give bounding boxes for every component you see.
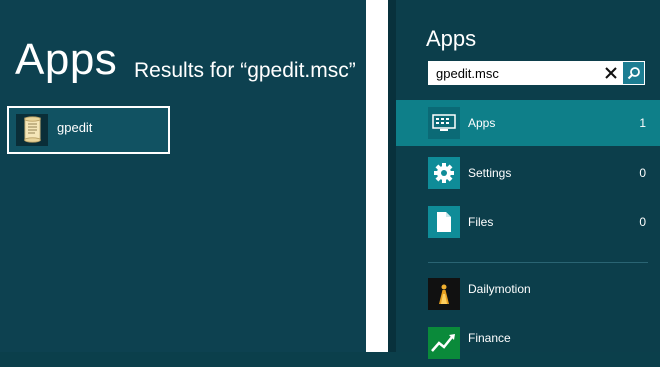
finance-chart-icon <box>428 327 460 359</box>
category-count: 1 <box>639 116 646 130</box>
scroll-document-icon <box>16 114 48 146</box>
category-settings[interactable]: Settings 0 <box>396 150 660 196</box>
search-box <box>428 61 645 85</box>
app-item-dailymotion[interactable]: Dailymotion <box>396 278 660 318</box>
result-label: gpedit <box>57 120 93 135</box>
search-input[interactable] <box>428 61 593 85</box>
pane-separator <box>366 0 388 352</box>
apps-keyboard-icon <box>428 107 460 139</box>
search-scope-title: Apps <box>426 26 477 51</box>
clear-search-button[interactable] <box>599 61 623 85</box>
category-label: Files <box>468 215 494 229</box>
app-label: Dailymotion <box>468 282 531 296</box>
app-label: Finance <box>468 331 511 345</box>
charm-edge <box>388 0 396 352</box>
close-icon <box>605 67 617 79</box>
category-files[interactable]: Files 0 <box>396 199 660 245</box>
search-charm-pane: Apps gpedit.msc Apps 1 Settings 0 Files … <box>396 0 660 359</box>
category-apps[interactable]: Apps 1 <box>396 100 660 146</box>
category-count: 0 <box>639 215 646 229</box>
app-item-finance[interactable]: Finance <box>396 327 660 367</box>
results-query-label: Results for “gpedit.msc” <box>134 59 356 82</box>
search-button[interactable] <box>623 62 644 84</box>
page-title: Apps <box>15 35 118 84</box>
file-icon <box>428 206 460 238</box>
category-label: Settings <box>468 166 512 180</box>
search-results-pane: Apps Results for “gpedit.msc” gpedit <box>0 0 366 352</box>
section-divider <box>428 262 648 263</box>
search-icon <box>627 67 640 80</box>
category-count: 0 <box>639 166 646 180</box>
category-label: Apps <box>468 116 496 130</box>
dailymotion-icon <box>428 278 460 310</box>
result-tile-gpedit[interactable]: gpedit <box>7 106 170 154</box>
gear-icon <box>428 157 460 189</box>
